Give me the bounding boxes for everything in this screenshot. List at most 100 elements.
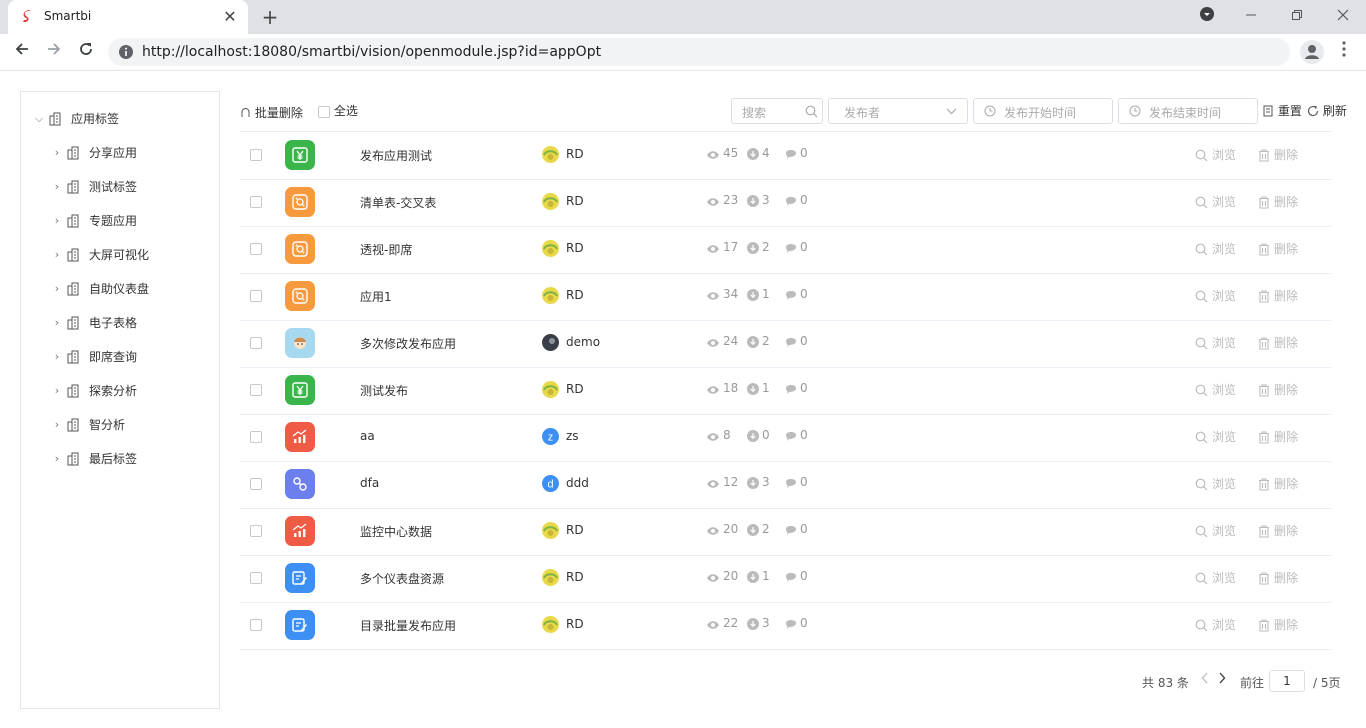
view-button[interactable]: 浏览 — [1195, 616, 1236, 633]
view-button[interactable]: 浏览 — [1195, 287, 1236, 304]
view-count: 34 — [706, 287, 738, 301]
search-icon[interactable] — [805, 105, 818, 118]
clock-icon — [984, 105, 996, 117]
publisher-name: RD — [566, 241, 584, 255]
chevron-right-icon[interactable]: › — [51, 279, 63, 299]
delete-button[interactable]: 删除 — [1258, 381, 1298, 398]
app-name[interactable]: 多个仪表盘资源 — [360, 570, 444, 587]
next-page-icon[interactable] — [1218, 672, 1226, 687]
download-count-value: 1 — [762, 569, 770, 583]
app-name[interactable]: 目录批量发布应用 — [360, 617, 456, 634]
publisher-select[interactable]: 发布者 — [828, 98, 968, 124]
row-checkbox[interactable] — [250, 290, 262, 302]
download-icon — [747, 571, 759, 583]
view-button[interactable]: 浏览 — [1195, 381, 1236, 398]
delete-button[interactable]: 删除 — [1258, 334, 1298, 351]
restore-icon[interactable] — [1286, 6, 1308, 28]
url-omnibox[interactable]: http://localhost:18080/smartbi/vision/op… — [108, 38, 1290, 66]
delete-label: 删除 — [1274, 289, 1299, 303]
chevron-right-icon[interactable]: › — [51, 245, 63, 265]
app-name[interactable]: 测试发布 — [360, 382, 408, 399]
chevron-right-icon[interactable]: › — [51, 415, 63, 435]
sidebar-tag-label: 最后标签 — [89, 452, 138, 466]
view-button[interactable]: 浏览 — [1195, 522, 1236, 539]
select-all-box[interactable] — [318, 105, 330, 118]
profile-avatar-icon[interactable] — [1300, 40, 1324, 64]
forward-icon[interactable] — [42, 40, 66, 64]
row-checkbox[interactable] — [250, 196, 262, 208]
browser-menu-icon[interactable] — [1334, 40, 1354, 64]
row-checkbox[interactable] — [250, 149, 262, 161]
delete-button[interactable]: 删除 — [1258, 475, 1298, 492]
reset-button[interactable]: 重置 — [1263, 101, 1302, 121]
browser-tab[interactable]: Smartbi ✕ — [8, 0, 248, 34]
chevron-right-icon[interactable]: › — [51, 313, 63, 333]
chevron-right-icon[interactable]: › — [51, 177, 63, 197]
batch-delete-button[interactable]: 批量删除 — [240, 103, 303, 123]
view-button[interactable]: 浏览 — [1195, 240, 1236, 257]
view-button[interactable]: 浏览 — [1195, 334, 1236, 351]
select-all-checkbox[interactable]: 全选 — [318, 101, 358, 121]
delete-button[interactable]: 删除 — [1258, 569, 1298, 586]
app-name[interactable]: 发布应用测试 — [360, 147, 432, 164]
download-icon — [747, 336, 759, 348]
delete-button[interactable]: 删除 — [1258, 193, 1298, 210]
view-button[interactable]: 浏览 — [1195, 193, 1236, 210]
row-checkbox[interactable] — [250, 572, 262, 584]
view-label: 浏览 — [1212, 195, 1237, 209]
app-name[interactable]: aa — [360, 429, 375, 443]
back-icon[interactable] — [10, 40, 34, 64]
chevron-right-icon[interactable]: › — [51, 143, 63, 163]
tab-close-icon[interactable]: ✕ — [220, 7, 240, 27]
table-row: 多次修改发布应用 demo 24 2 0 浏览 删除 — [240, 320, 1331, 368]
new-tab-button[interactable]: + — [258, 5, 282, 29]
window-close-icon[interactable] — [1332, 6, 1354, 28]
delete-label: 删除 — [1274, 195, 1299, 209]
row-checkbox[interactable] — [250, 243, 262, 255]
delete-button[interactable]: 删除 — [1258, 146, 1298, 163]
search-input[interactable]: 搜索 — [731, 98, 823, 124]
reload-icon[interactable] — [74, 40, 98, 64]
row-checkbox[interactable] — [250, 431, 262, 443]
app-name[interactable]: 监控中心数据 — [360, 523, 432, 540]
grid-icon — [285, 234, 315, 264]
chevron-right-icon[interactable]: › — [51, 347, 63, 367]
row-checkbox[interactable] — [250, 525, 262, 537]
publish-start-date-input[interactable]: 发布开始时间 — [973, 98, 1113, 124]
view-button[interactable]: 浏览 — [1195, 569, 1236, 586]
delete-button[interactable]: 删除 — [1258, 428, 1298, 445]
site-info-icon[interactable] — [118, 44, 134, 60]
view-button[interactable]: 浏览 — [1195, 146, 1236, 163]
chevron-down-icon[interactable]: ⌵ — [33, 109, 45, 129]
app-name[interactable]: dfa — [360, 476, 379, 490]
app-name[interactable]: 清单表-交叉表 — [360, 194, 436, 211]
app-name[interactable]: 多次修改发布应用 — [360, 335, 456, 352]
page-number-input[interactable]: 1 — [1269, 670, 1305, 692]
publish-end-date-input[interactable]: 发布结束时间 — [1118, 98, 1258, 124]
row-checkbox[interactable] — [250, 619, 262, 631]
delete-button[interactable]: 删除 — [1258, 240, 1298, 257]
eye-icon — [707, 339, 719, 347]
publisher-avatar — [542, 146, 559, 163]
chevron-right-icon[interactable]: › — [51, 381, 63, 401]
row-checkbox[interactable] — [250, 384, 262, 396]
view-button[interactable]: 浏览 — [1195, 475, 1236, 492]
chevron-right-icon[interactable]: › — [51, 211, 63, 231]
minimize-icon[interactable] — [1240, 6, 1262, 28]
delete-button[interactable]: 删除 — [1258, 287, 1298, 304]
publisher-avatar: z — [542, 428, 559, 445]
publisher-avatar: d — [542, 475, 559, 492]
row-checkbox[interactable] — [250, 478, 262, 490]
refresh-button[interactable]: 刷新 — [1307, 101, 1347, 121]
delete-button[interactable]: 删除 — [1258, 522, 1298, 539]
tag-folder-icon — [67, 418, 79, 432]
view-button[interactable]: 浏览 — [1195, 428, 1236, 445]
app-name[interactable]: 应用1 — [360, 288, 392, 305]
prev-page-icon[interactable] — [1201, 672, 1209, 687]
view-count-value: 20 — [723, 569, 739, 583]
row-checkbox[interactable] — [250, 337, 262, 349]
profile-dropdown-icon[interactable] — [1196, 6, 1218, 28]
chevron-right-icon[interactable]: › — [51, 449, 63, 469]
delete-button[interactable]: 删除 — [1258, 616, 1298, 633]
app-name[interactable]: 透视-即席 — [360, 241, 412, 258]
